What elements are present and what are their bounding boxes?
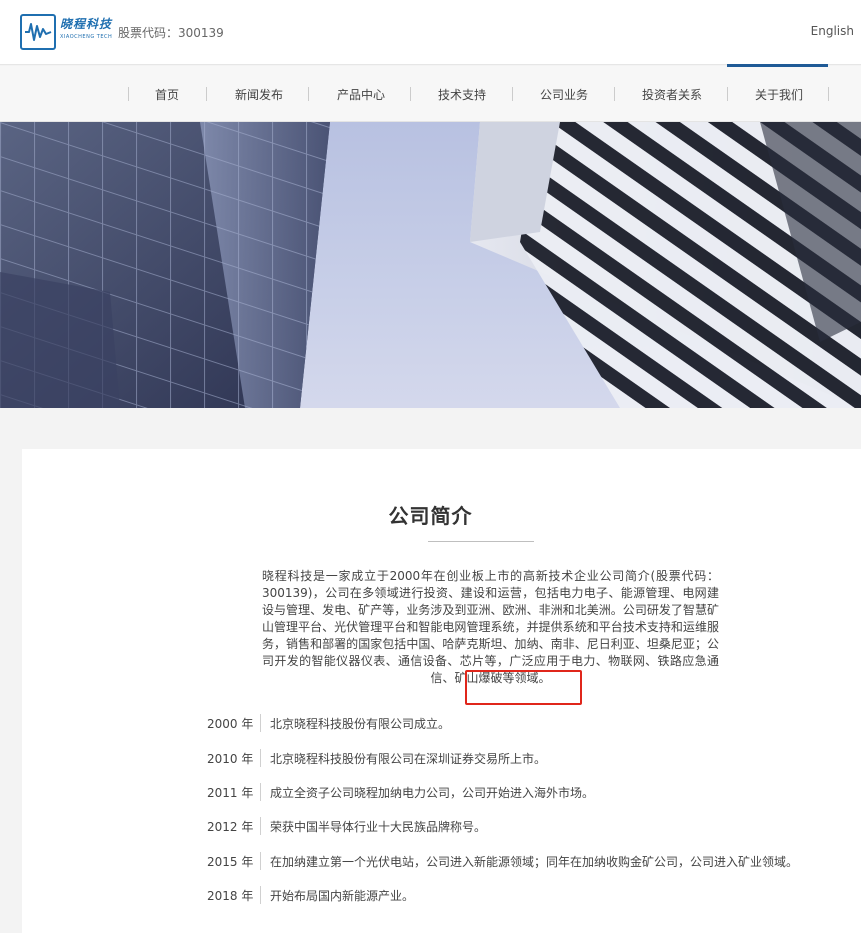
timeline-text: 成立全资子公司晓程加纳电力公司，公司开始进入海外市场。 bbox=[270, 785, 595, 800]
timeline-year: 2010 年 bbox=[207, 751, 254, 766]
timeline-item: 2015 年 在加纳建立第一个光伏电站，公司进入新能源领域；同年在加纳收购金矿公… bbox=[207, 851, 798, 871]
timeline-divider bbox=[260, 852, 261, 870]
timeline-divider bbox=[260, 886, 261, 904]
timeline-year: 2011 年 bbox=[207, 785, 254, 800]
timeline-divider bbox=[260, 749, 261, 767]
nav-separator bbox=[614, 87, 615, 101]
language-switch-link[interactable]: English bbox=[811, 24, 854, 38]
timeline-item: 2011 年 成立全资子公司晓程加纳电力公司，公司开始进入海外市场。 bbox=[207, 782, 594, 802]
timeline-text: 开始布局国内新能源产业。 bbox=[270, 888, 415, 903]
nav-separator bbox=[308, 87, 309, 101]
timeline-text: 北京晓程科技股份有限公司成立。 bbox=[270, 716, 451, 731]
timeline-item: 2000 年 北京晓程科技股份有限公司成立。 bbox=[207, 713, 450, 733]
nav-item-support[interactable]: 技术支持 bbox=[438, 86, 486, 103]
nav-separator bbox=[727, 87, 728, 101]
nav-item-business[interactable]: 公司业务 bbox=[540, 86, 588, 103]
brand-name-en: XIAOCHENG TECH bbox=[60, 34, 113, 40]
timeline-divider bbox=[260, 714, 261, 732]
timeline-year: 2012 年 bbox=[207, 819, 254, 834]
nav-item-about[interactable]: 关于我们 bbox=[755, 86, 803, 103]
hero-banner-image bbox=[0, 122, 861, 408]
nav-item-investors[interactable]: 投资者关系 bbox=[642, 86, 702, 103]
nav-separator bbox=[410, 87, 411, 101]
nav-item-news[interactable]: 新闻发布 bbox=[235, 86, 283, 103]
nav-separator bbox=[128, 87, 129, 101]
timeline-year: 2015 年 bbox=[207, 854, 254, 869]
nav-separator bbox=[206, 87, 207, 101]
timeline-item: 2018 年 开始布局国内新能源产业。 bbox=[207, 885, 414, 905]
nav-separator bbox=[512, 87, 513, 101]
timeline-item: 2012 年 荣获中国半导体行业十大民族品牌称号。 bbox=[207, 816, 486, 836]
stock-code: 股票代码：300139 bbox=[118, 26, 224, 40]
timeline-text: 荣获中国半导体行业十大民族品牌称号。 bbox=[270, 819, 487, 834]
nav-active-indicator bbox=[727, 64, 828, 67]
timeline-text: 在加纳建立第一个光伏电站，公司进入新能源领域；同年在加纳收购金矿公司，公司进入矿… bbox=[270, 854, 799, 869]
main-nav: 首页 新闻发布 产品中心 技术支持 公司业务 投资者关系 关于我们 bbox=[0, 66, 861, 122]
timeline-year: 2018 年 bbox=[207, 888, 254, 903]
nav-item-home[interactable]: 首页 bbox=[155, 86, 179, 103]
timeline-year: 2000 年 bbox=[207, 716, 254, 731]
section-title: 公司简介 bbox=[388, 504, 473, 528]
title-divider bbox=[428, 541, 534, 542]
timeline-item: 2010 年 北京晓程科技股份有限公司在深圳证券交易所上市。 bbox=[207, 748, 546, 768]
logo-icon[interactable] bbox=[20, 14, 56, 50]
nav-separator bbox=[828, 87, 829, 101]
brand-name-cn: 晓程科技 bbox=[60, 17, 113, 31]
nav-item-products[interactable]: 产品中心 bbox=[337, 86, 385, 103]
highlight-annotation-box bbox=[465, 670, 582, 705]
site-header: 晓程科技 XIAOCHENG TECH 股票代码：300139 English bbox=[0, 0, 861, 65]
timeline-text: 北京晓程科技股份有限公司在深圳证券交易所上市。 bbox=[270, 751, 547, 766]
timeline-divider bbox=[260, 817, 261, 835]
brand-name[interactable]: 晓程科技 XIAOCHENG TECH bbox=[60, 16, 114, 40]
timeline-divider bbox=[260, 783, 261, 801]
